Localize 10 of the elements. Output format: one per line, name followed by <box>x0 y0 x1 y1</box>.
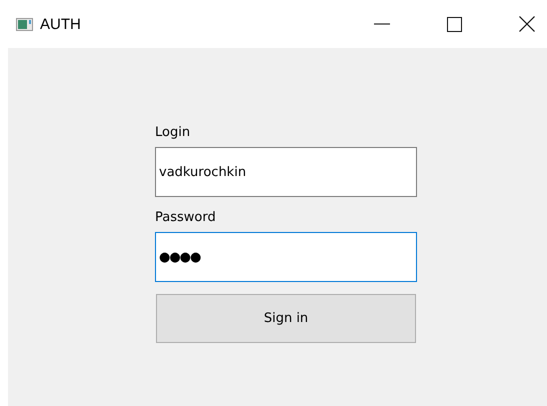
maximize-icon[interactable] <box>447 16 462 32</box>
sign-in-button[interactable]: Sign in <box>156 294 416 343</box>
input-field[interactable]: ●●●● <box>155 232 417 282</box>
input-field[interactable]: vadkurochkin <box>155 147 417 197</box>
app-icon <box>16 18 33 30</box>
field-label: Login <box>155 125 192 141</box>
window-title: AUTH <box>40 16 81 32</box>
field-label: Password <box>155 210 217 226</box>
close-icon[interactable] <box>519 16 535 32</box>
minimize-icon[interactable] <box>374 23 390 25</box>
